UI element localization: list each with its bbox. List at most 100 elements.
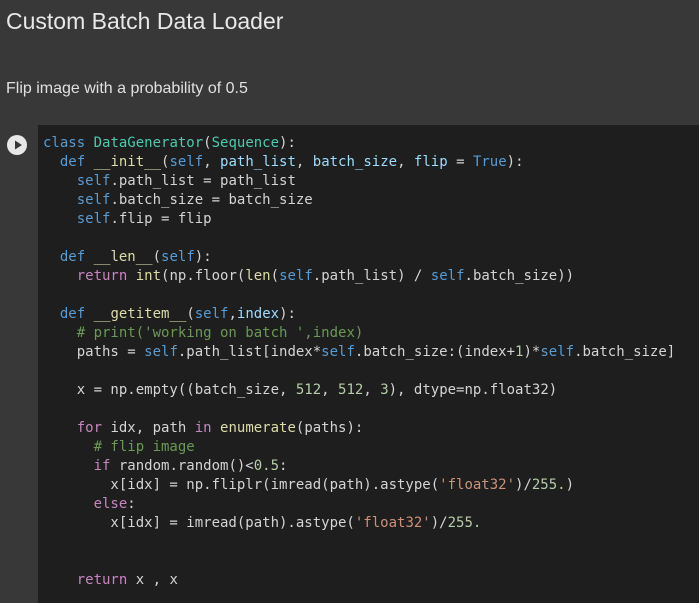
- code-line: return x , x: [43, 571, 675, 590]
- code-token: len: [245, 268, 271, 284]
- code-token: x , x: [127, 572, 178, 588]
- code-token: else: [93, 496, 128, 512]
- code-token: def: [59, 249, 86, 265]
- code-token: int: [135, 268, 162, 284]
- cell-paragraph: Flip image with a probability of 0.5: [6, 80, 248, 97]
- code-token: (: [203, 135, 212, 151]
- code-token: True: [472, 154, 507, 170]
- code-token: def: [59, 306, 86, 322]
- code-token: ,: [203, 154, 221, 170]
- code-token: self: [194, 306, 229, 322]
- code-line: def __len__(self):: [43, 248, 675, 267]
- code-token: flip: [413, 154, 448, 170]
- code-line: if random.random()<0.5:: [43, 457, 675, 476]
- code-token: paths =: [43, 344, 145, 360]
- code-token: .batch_size]: [574, 344, 676, 360]
- code-token: x[idx] = imread(path).astype(: [43, 515, 355, 531]
- code-token: index: [236, 306, 280, 322]
- code-token: .batch_size:(index+: [354, 344, 516, 360]
- code-token: ,: [363, 382, 381, 398]
- code-token: 512: [295, 382, 322, 398]
- cell-gutter: [0, 125, 38, 603]
- code-line: self.batch_size = batch_size: [43, 191, 675, 210]
- code-token: ): [565, 477, 575, 493]
- code-token: __init__: [93, 154, 162, 170]
- code-token: 'float32': [354, 515, 431, 531]
- code-token: :: [279, 458, 288, 474]
- code-token: (: [152, 249, 162, 265]
- code-token: self: [161, 249, 195, 265]
- code-token: Sequence: [211, 135, 280, 151]
- code-line: for idx, path in enumerate(paths):: [43, 419, 675, 438]
- code-line: def __getitem__(self,index):: [43, 305, 675, 324]
- code-token: class: [43, 135, 86, 151]
- code-token: 'float32': [439, 477, 516, 493]
- code-token: self: [76, 211, 111, 227]
- code-token: x = np.empty((batch_size,: [43, 382, 296, 398]
- code-line: else:: [43, 495, 675, 514]
- code-token: __getitem__: [93, 306, 187, 322]
- code-token: (: [186, 306, 195, 322]
- code-block[interactable]: class DataGenerator(Sequence): def __ini…: [43, 134, 675, 590]
- code-token: in: [194, 420, 212, 436]
- code-token: self: [540, 344, 575, 360]
- code-token: if: [93, 458, 111, 474]
- code-token: :: [127, 496, 136, 512]
- code-token: self: [430, 268, 465, 284]
- code-token: 0.5: [253, 458, 280, 474]
- code-editor[interactable]: class DataGenerator(Sequence): def __ini…: [38, 125, 699, 603]
- code-line: x[idx] = imread(path).astype('float32')/…: [43, 514, 675, 533]
- code-cell[interactable]: class DataGenerator(Sequence): def __ini…: [0, 125, 699, 603]
- code-line: def __init__(self, path_list, batch_size…: [43, 153, 675, 172]
- markdown-cell[interactable]: Custom Batch Data Loader Flip image with…: [0, 0, 699, 125]
- code-token: ):: [506, 154, 524, 170]
- code-token: (paths):: [295, 420, 364, 436]
- code-token: ,: [228, 306, 237, 322]
- code-token: 512: [338, 382, 364, 398]
- code-token: return: [76, 268, 128, 284]
- code-token: .flip = flip: [110, 211, 212, 227]
- code-token: 255.: [447, 515, 482, 531]
- code-token: 255.: [531, 477, 566, 493]
- cell-heading: Custom Batch Data Loader: [6, 8, 284, 34]
- code-token: def: [59, 154, 86, 170]
- code-token: x[idx] = np.fliplr(imread(path).astype(: [43, 477, 440, 493]
- code-token: ,: [397, 154, 414, 170]
- code-token: (np.floor(: [161, 268, 246, 284]
- code-token: )/: [430, 515, 448, 531]
- code-token: # print('working on batch ',index): [76, 325, 364, 341]
- code-token: self: [76, 192, 111, 208]
- code-token: for: [76, 420, 103, 436]
- code-token: )*: [523, 344, 541, 360]
- code-token: .batch_size)): [464, 268, 575, 284]
- code-token: 3: [380, 382, 389, 398]
- code-token: __len__: [93, 249, 153, 265]
- code-token: self: [76, 173, 111, 189]
- code-token: (: [270, 268, 280, 284]
- code-token: self: [279, 268, 313, 284]
- code-token: path_list: [220, 154, 296, 170]
- code-line: # flip image: [43, 438, 675, 457]
- code-token: ), dtype=np.float32): [388, 382, 558, 398]
- play-icon: [15, 140, 22, 150]
- code-line: return int(np.floor(len(self.path_list) …: [43, 267, 675, 286]
- code-token: .batch_size = batch_size: [110, 192, 313, 208]
- run-cell-button[interactable]: [7, 135, 27, 155]
- code-token: batch_size: [312, 154, 398, 170]
